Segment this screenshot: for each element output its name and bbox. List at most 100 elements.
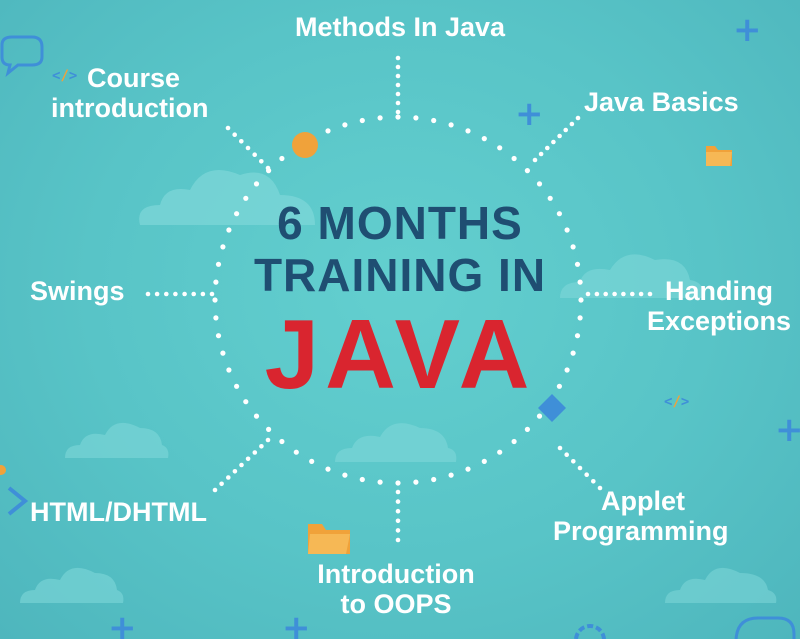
ring-dot [359,476,365,483]
connector-dot [395,82,401,88]
topic-html-dhtml: HTML/DHTML [30,497,207,527]
ring-dot [497,449,503,455]
connector-dot [252,152,257,157]
ring-dot [413,115,419,121]
topic-applet-line1: Applet [601,486,685,516]
folder-icon [706,146,732,166]
connector-dot [395,537,401,543]
topic-methods-in-java: Methods In Java [294,12,506,42]
connector-dot [551,139,556,145]
connector-dot [545,145,550,151]
ring-dot [481,458,487,464]
ring-dot [359,117,365,124]
orange-dot-icon [292,132,318,158]
plus-icon: + [108,608,137,639]
connector-dot [239,139,244,144]
ring-dot [342,122,348,128]
connector-dot [226,475,231,480]
ring-dot [325,128,331,134]
ring-dot [293,449,299,455]
topic-course-introduction: Course introduction [51,63,208,123]
connector-dot [571,459,576,464]
connector-dot [395,518,401,524]
connector-dot [591,479,596,484]
ring-dot [511,438,517,445]
ring-dot [465,466,471,472]
connector-dot [557,445,563,451]
ring-dot [497,145,503,151]
java-training-infographic: </> </> + + + + + Methods In Java Course… [0,0,800,639]
connector-dot [395,489,401,495]
title-line-1: 6 MONTHS [277,197,523,249]
ring-dot [431,476,437,483]
topic-introduction-to-oops: Introduction to OOPS [296,559,496,619]
connector-dot [245,145,251,151]
connector-dot [245,456,251,462]
ring-dot [342,472,348,478]
connector-dot [239,462,244,468]
connector-dot [538,151,544,157]
plus-icon: + [775,410,800,450]
gear-icon [574,624,606,639]
topic-oops-line1: Introduction [317,559,475,589]
ring-dot [266,426,272,432]
connector-dot [395,73,401,79]
connector-dot [395,508,401,514]
folder-icon [308,524,350,554]
topic-course-line2: introduction [51,93,209,123]
ring-dot [395,114,401,120]
ring-dot [253,413,260,419]
topic-applet-programming: Applet Programming [553,486,729,546]
ring-dot [481,136,487,142]
ring-dot [377,115,383,121]
connector-dot [395,100,401,106]
connector-dot [252,450,258,455]
topic-oops-line2: to OOPS [340,589,452,619]
connector-dot [265,165,271,171]
ring-dot [511,155,517,162]
ring-dot [448,472,454,478]
topic-java-basics: Java Basics [584,87,739,117]
connector-dot [212,487,218,493]
ring-dot [395,480,401,486]
ring-dot [279,438,285,445]
ring-dot [524,168,531,174]
connector-dot [232,469,238,474]
connector-dot [395,55,401,61]
connector-dot [532,157,538,163]
connector-dot [232,132,237,137]
connector-dot [259,444,264,449]
connector-dot [575,115,581,121]
connector-dot [584,472,589,478]
connector-dot [395,109,401,115]
ring-dot [413,479,419,485]
connector-dot [557,133,562,139]
ring-dot [465,128,471,134]
ring-dot [309,458,315,464]
chat-bubble-icon [734,616,796,639]
connector-dot [265,437,271,443]
ring-dot [253,181,260,187]
ring-dot [524,426,531,432]
plus-icon: + [515,94,544,134]
ring-dot [279,155,285,162]
connector-dot [563,127,568,133]
connector-dot [259,159,264,164]
title-line-2: TRAINING IN [253,249,547,301]
connector-dot [225,125,231,131]
connector-dot [395,528,401,533]
ring-dot [325,466,331,472]
ring-dot [431,117,437,124]
connector-dot [395,91,401,97]
ring-dot [536,181,543,187]
connector-dot [564,452,569,458]
connector-dot [219,481,224,487]
ring-dot [448,122,454,128]
connector-dot [395,499,401,504]
connector-dot [395,64,401,70]
topic-applet-line2: Programming [553,516,729,546]
ring-dot [377,479,383,485]
connector-dot [577,465,583,471]
topic-course-line1: Course [87,63,181,93]
connector-dot [569,121,575,127]
